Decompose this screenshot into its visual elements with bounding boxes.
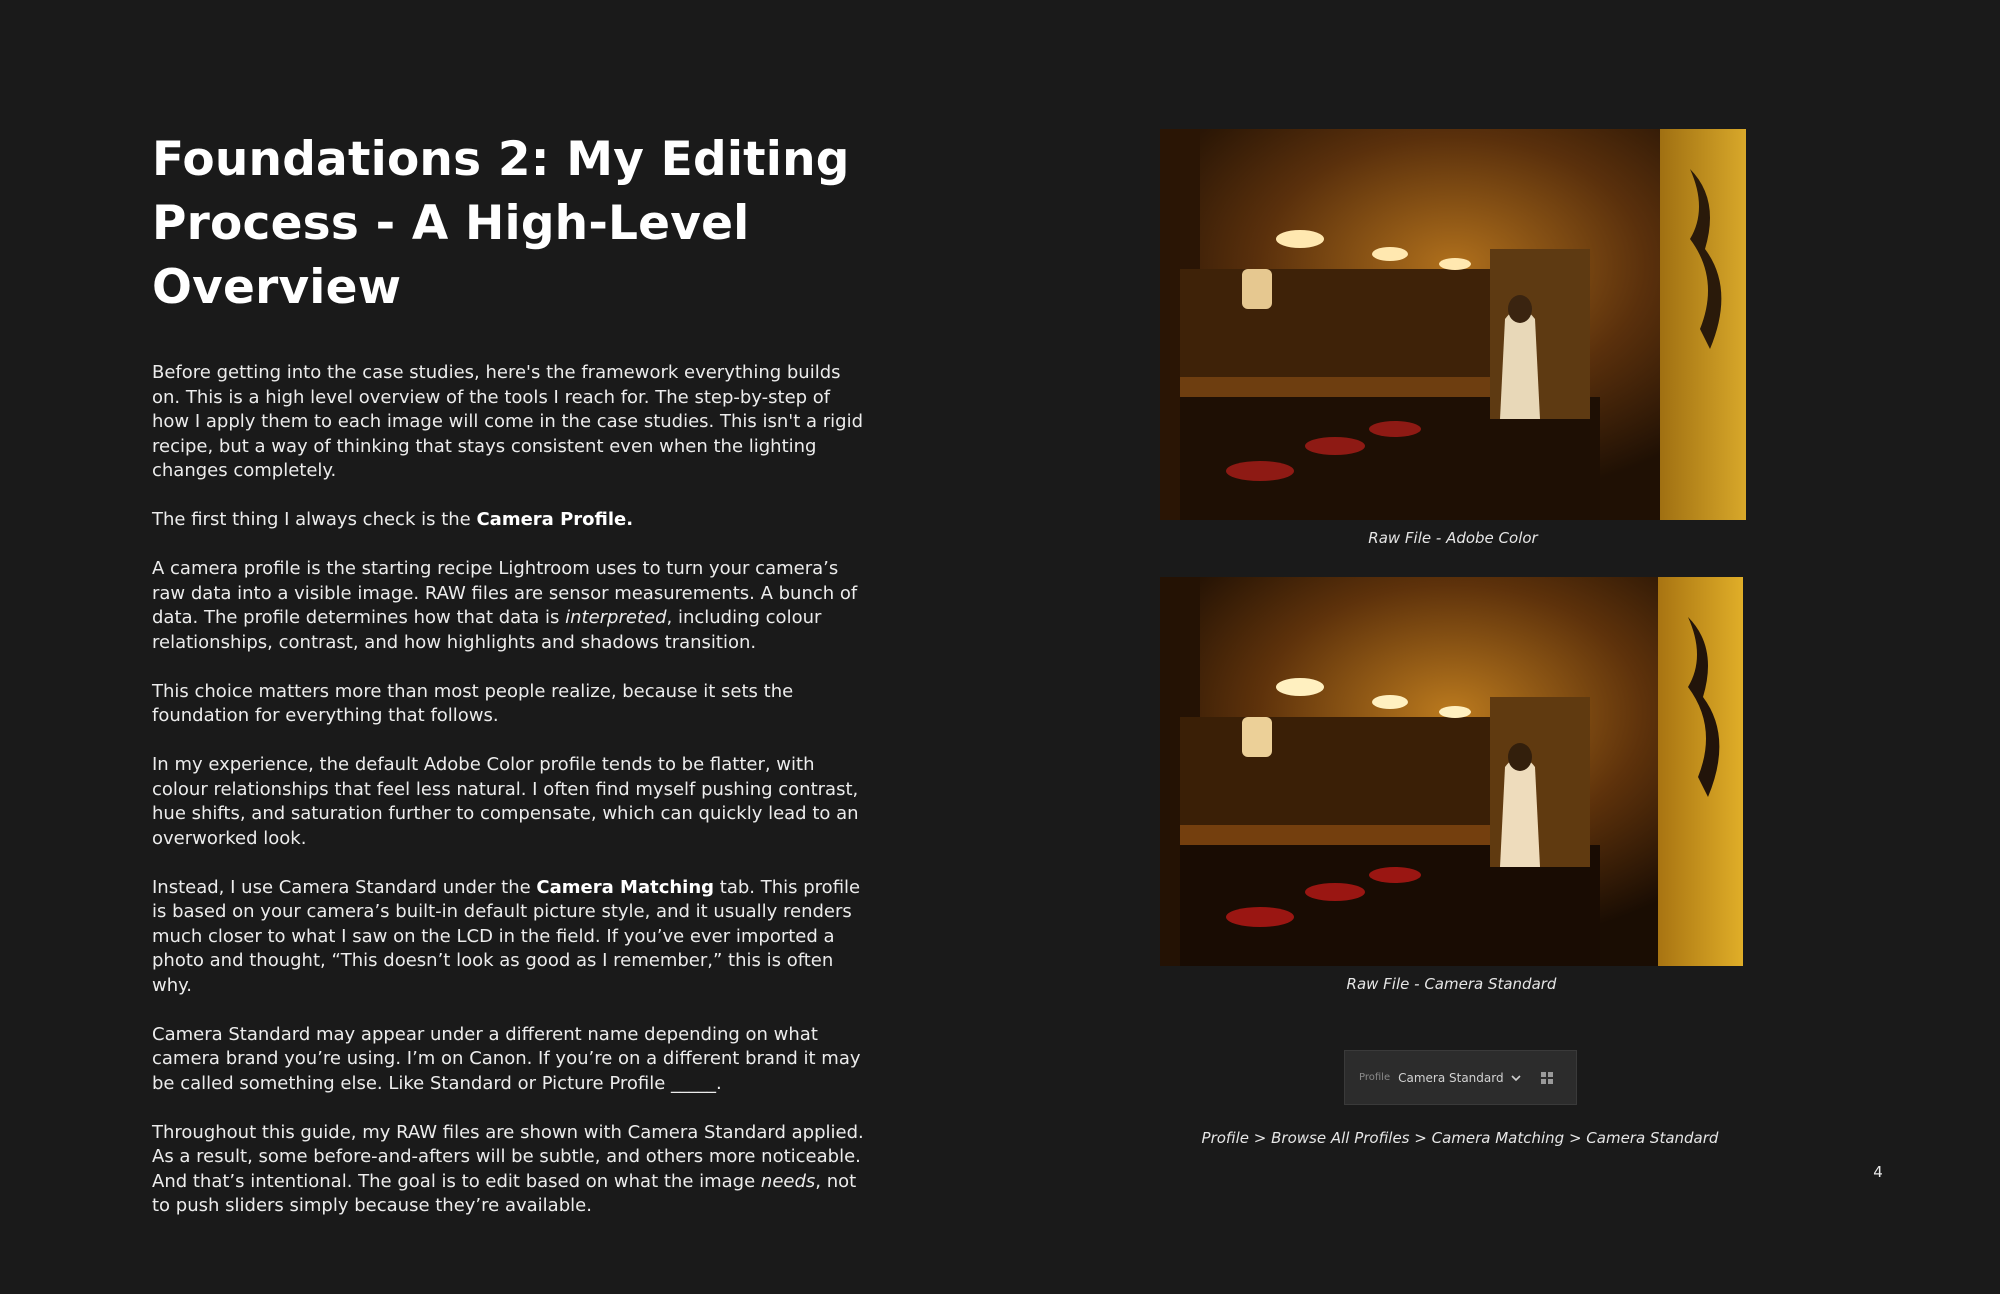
profile-label: Profile — [1359, 1072, 1391, 1083]
paragraph-camera-profile: The first thing I always check is the Ca… — [152, 508, 867, 533]
text-run: Instead, I use Camera Standard under the — [152, 876, 537, 898]
grid-icon — [1540, 1071, 1553, 1084]
title-line-1: Foundations 2: My Editing — [152, 132, 850, 187]
caption-camera-standard: Raw File - Camera Standard — [1346, 975, 1557, 993]
paragraph-brand-names: Camera Standard may appear under a diffe… — [152, 1023, 861, 1094]
profile-value: Camera Standard — [1398, 1070, 1504, 1085]
text-column: Foundations 2: My Editing Process - A Hi… — [152, 128, 892, 1219]
profile-selector-screenshot: Profile Camera Standard — [1344, 1050, 1577, 1105]
text-run: Throughout this guide, my RAW files are … — [152, 1121, 864, 1192]
title-line-2: Process - A High-Level Overview — [152, 196, 750, 315]
paragraph-intro: Before getting into the case studies, he… — [152, 362, 864, 481]
page-number: 4 — [1873, 1163, 1883, 1181]
paragraph-camera-standard: Instead, I use Camera Standard under the… — [152, 876, 867, 999]
text-run: The first thing I always check is the — [152, 509, 477, 530]
paragraph-choice-matters: This choice matters more than most peopl… — [152, 680, 794, 727]
chevron-down-icon — [1511, 1074, 1521, 1081]
paragraph-guide-note: Throughout this guide, my RAW files are … — [152, 1121, 867, 1219]
photo-camera-standard — [1160, 577, 1743, 966]
document-page: Foundations 2: My Editing Process - A Hi… — [0, 0, 2000, 1294]
bold-camera-profile: Camera Profile. — [476, 509, 634, 530]
italic-needs: needs — [760, 1170, 816, 1192]
page-title: Foundations 2: My Editing Process - A Hi… — [152, 128, 892, 320]
body-text: Before getting into the case studies, he… — [152, 361, 867, 1219]
bold-camera-matching: Camera Matching — [536, 876, 715, 898]
bar-scene-image — [1160, 129, 1746, 520]
paragraph-adobe-color: In my experience, the default Adobe Colo… — [152, 754, 859, 849]
caption-adobe-color: Raw File - Adobe Color — [1368, 529, 1538, 547]
italic-interpreted: interpreted — [565, 607, 667, 628]
photo-adobe-color — [1160, 129, 1746, 520]
caption-profile-path: Profile > Browse All Profiles > Camera M… — [1201, 1129, 1719, 1147]
bar-scene-image — [1160, 577, 1743, 966]
paragraph-profile-definition: A camera profile is the starting recipe … — [152, 557, 867, 655]
